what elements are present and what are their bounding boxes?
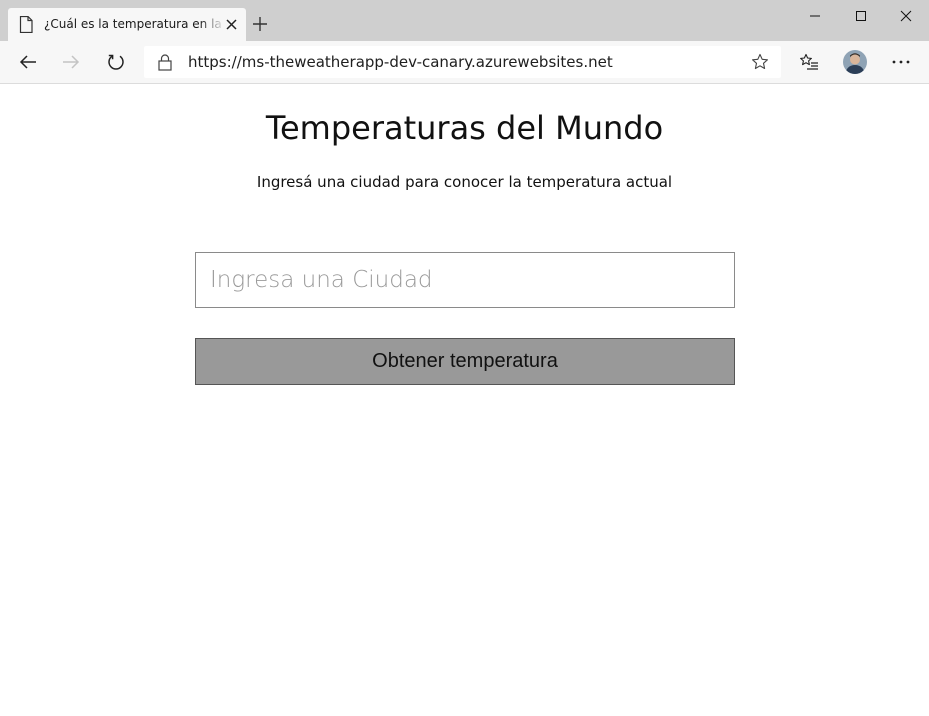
window-close-button[interactable] (883, 0, 929, 32)
browser-toolbar: https://ms-theweatherapp-dev-canary.azur… (0, 41, 929, 84)
minimize-button[interactable] (792, 0, 838, 32)
more-menu-button[interactable] (890, 51, 912, 73)
address-bar[interactable]: https://ms-theweatherapp-dev-canary.azur… (144, 46, 781, 78)
lock-icon[interactable] (158, 54, 172, 71)
url-text[interactable]: https://ms-theweatherapp-dev-canary.azur… (188, 54, 613, 71)
reload-button[interactable] (105, 51, 127, 73)
tab-close-icon[interactable] (224, 17, 239, 32)
page-subtitle: Ingresá una ciudad para conocer la tempe… (256, 173, 673, 191)
forward-button[interactable] (60, 51, 82, 73)
get-temperature-button[interactable]: Obtener temperatura (195, 338, 735, 385)
star-icon[interactable] (751, 53, 769, 71)
favorites-list-icon (800, 53, 818, 70)
favorites-button[interactable] (798, 51, 820, 73)
tab-title: ¿Cuál es la temperatura en la ciudad? (44, 17, 225, 31)
maximize-icon (856, 11, 866, 21)
avatar[interactable] (843, 50, 867, 74)
page-icon (19, 16, 33, 33)
title-bar: ¿Cuál es la temperatura en la ciudad? (0, 0, 929, 41)
back-arrow-icon (19, 55, 36, 69)
reload-icon (108, 54, 124, 70)
maximize-button[interactable] (838, 0, 884, 32)
page-title: Temperaturas del Mundo (265, 109, 664, 147)
minimize-icon (810, 15, 820, 17)
city-input[interactable] (195, 252, 735, 308)
browser-tab[interactable]: ¿Cuál es la temperatura en la ciudad? (8, 8, 246, 41)
more-menu-icon (892, 60, 910, 64)
close-icon (900, 10, 912, 22)
back-button[interactable] (17, 51, 39, 73)
profile-photo-icon (843, 50, 867, 74)
plus-icon[interactable] (252, 16, 268, 32)
forward-arrow-icon (63, 55, 80, 69)
